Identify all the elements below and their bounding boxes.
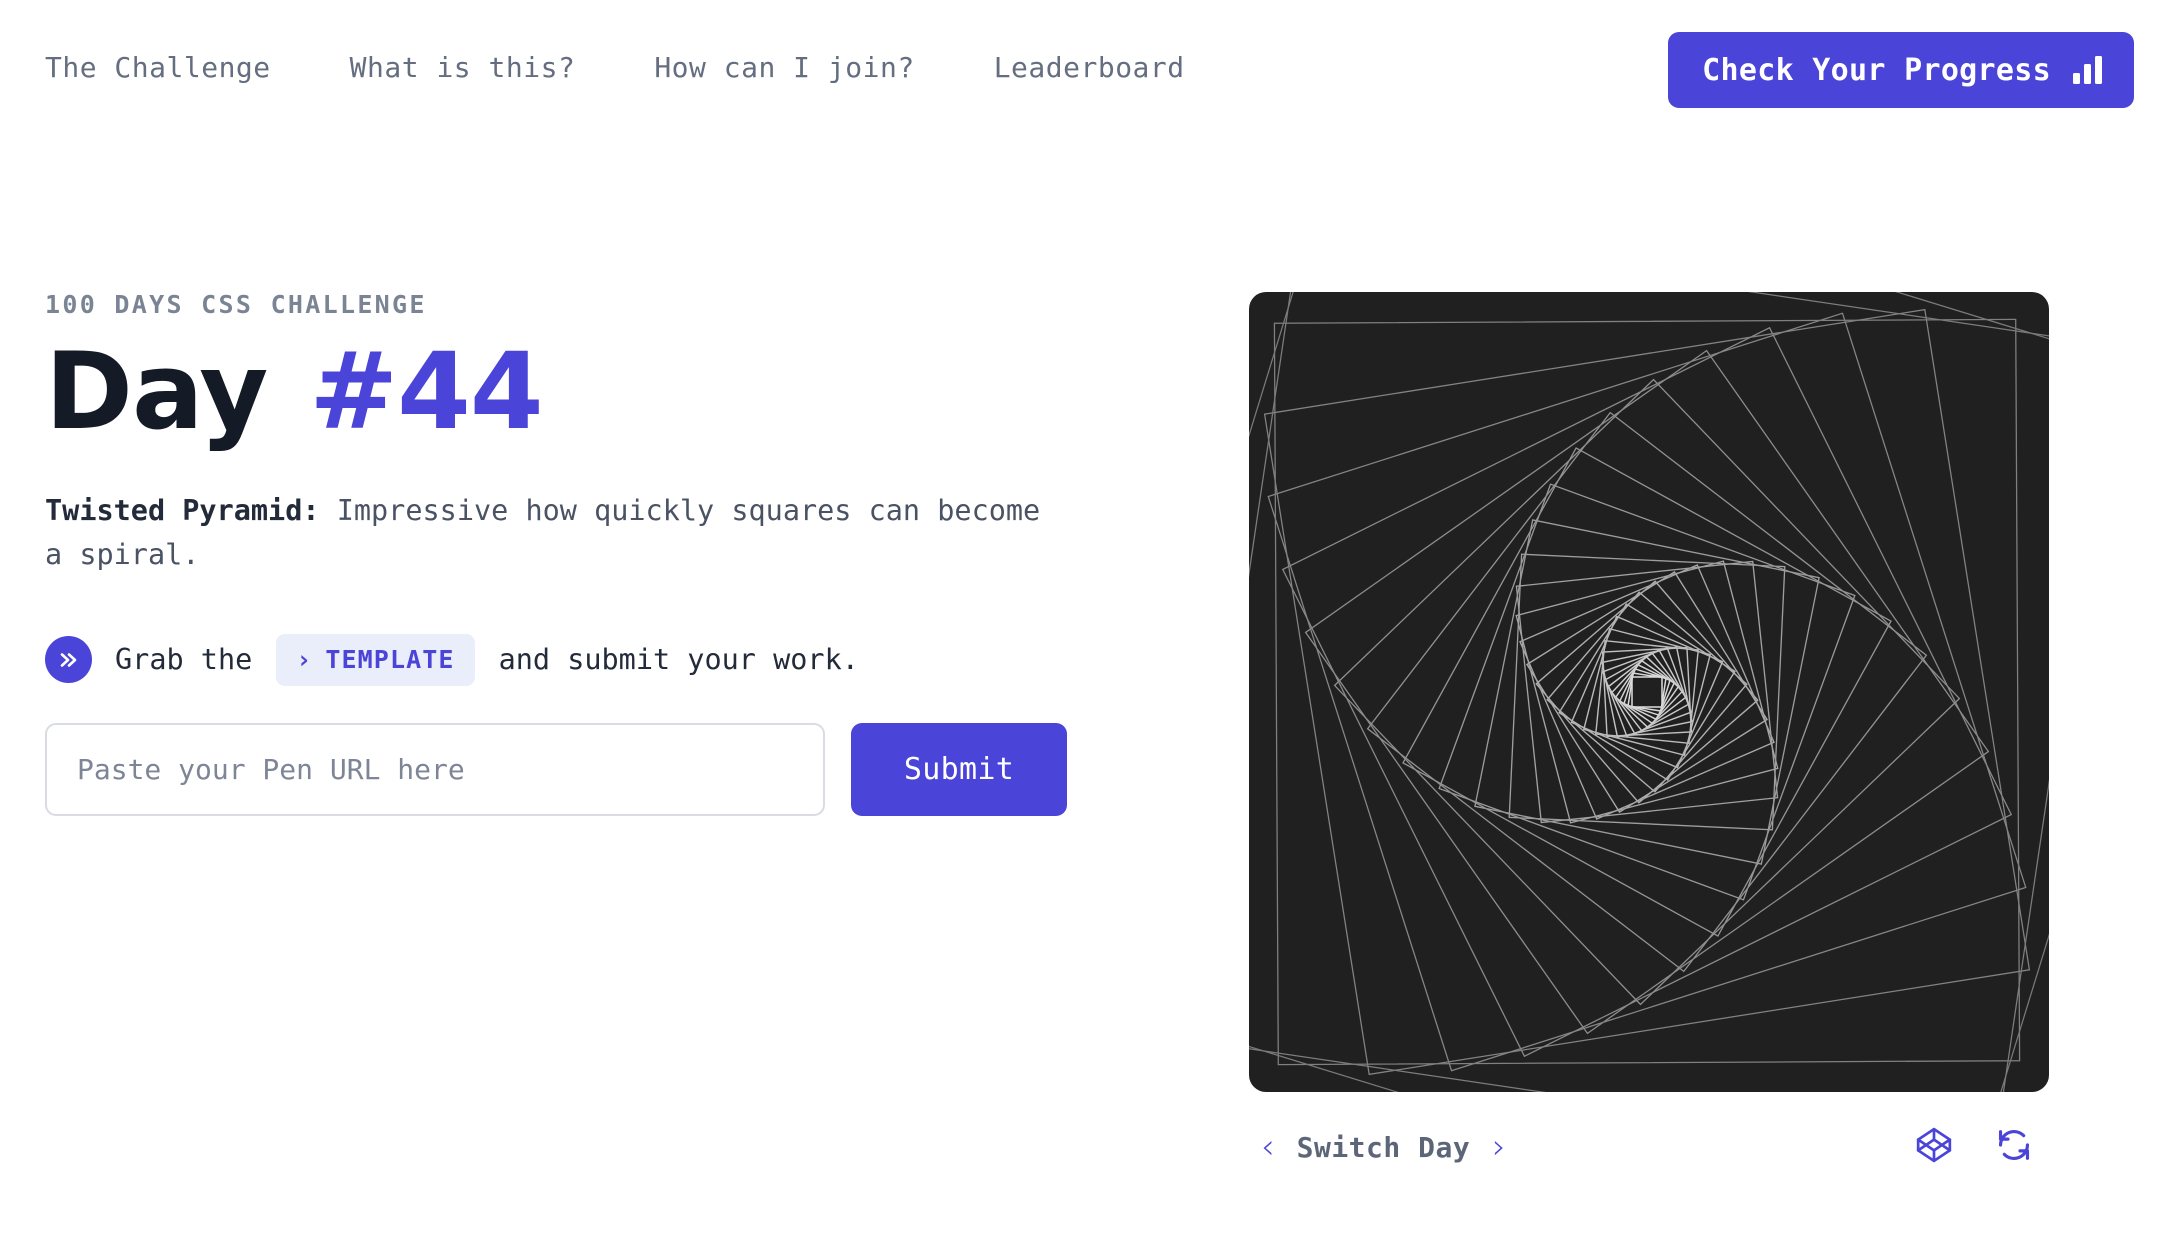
nav-link-how-can-i-join[interactable]: How can I join? [654,51,914,84]
codepen-icon[interactable] [1915,1126,1953,1168]
twisted-pyramid-artwork [1249,292,2049,1092]
preview-footer: ‹ Switch Day › [1249,1119,2049,1175]
page-title-word: Day [45,330,268,453]
bar-chart-icon [2073,56,2102,84]
refresh-icon[interactable] [1995,1126,2033,1168]
switch-day-control: ‹ Switch Day › [1261,1130,1506,1164]
chevron-right-icon: › [296,645,312,675]
challenge-name: Twisted Pyramid: [45,494,320,528]
submit-row: Submit [45,722,1175,816]
nav-link-leaderboard[interactable]: Leaderboard [994,51,1185,84]
check-your-progress-button[interactable]: Check Your Progress [1668,32,2134,108]
template-label: TEMPLATE [325,645,455,675]
challenge-eyebrow: 100 DAYS CSS CHALLENGE [45,290,427,319]
nav-link-what-is-this[interactable]: What is this? [350,51,576,84]
template-link-button[interactable]: › TEMPLATE [276,633,475,686]
submit-your-work-label: and submit your work. [498,643,859,677]
nav-link-the-challenge[interactable]: The Challenge [45,51,271,84]
preview-section: ‹ Switch Day › [1249,292,2049,1175]
double-chevron-right-icon[interactable] [45,636,92,684]
pen-url-input[interactable] [45,722,825,816]
challenge-description: Twisted Pyramid: Impressive how quickly … [45,489,1045,576]
nav-links: The Challenge What is this? How can I jo… [45,51,1185,84]
previous-day-button[interactable]: ‹ [1261,1130,1275,1164]
hero-section: 100 DAYS CSS CHALLENGE Day #44 Twisted Py… [45,290,1175,816]
check-progress-label: Check Your Progress [1702,52,2051,88]
switch-day-label: Switch Day [1296,1130,1471,1164]
page-title: Day #44 [45,336,1175,447]
preview-actions [1915,1126,2033,1168]
grab-the-label: Grab the [115,643,253,677]
page-title-number: #44 [309,330,543,453]
challenge-preview-panel [1249,292,2049,1092]
top-navigation-bar: The Challenge What is this? How can I jo… [0,0,2178,135]
template-prompt-row: Grab the › TEMPLATE and submit your work… [45,633,1175,686]
submit-button[interactable]: Submit [851,722,1067,816]
next-day-button[interactable]: › [1492,1130,1506,1164]
